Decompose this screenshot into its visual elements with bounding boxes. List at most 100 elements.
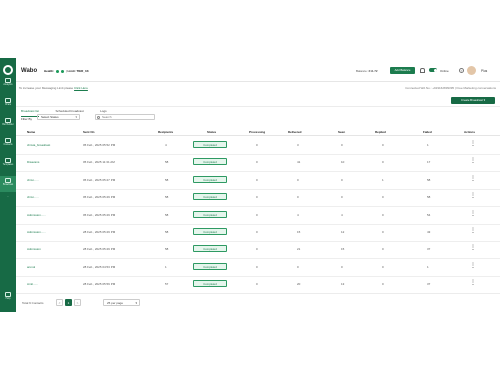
bell-icon[interactable] <box>420 68 425 73</box>
cell-processing: 0 <box>256 160 258 165</box>
click-here-link[interactable]: Click Here <box>74 86 88 90</box>
cell-replied: 1 <box>382 177 384 182</box>
cell-processing: 0 <box>256 195 258 200</box>
cell-name[interactable]: clinvia_broadcast <box>27 143 50 147</box>
broadcast-icon <box>5 178 11 183</box>
cell-sent-on: 05 Feb , 2025 11:31 AM <box>83 160 115 165</box>
online-toggle[interactable] <box>429 68 437 72</box>
cell-replied: 0 <box>382 264 384 269</box>
cell-delivered: 21 <box>297 247 301 252</box>
cell-replied: 0 <box>382 195 384 200</box>
cell-recipients: 58 <box>165 177 169 182</box>
cell-replied: 0 <box>382 282 384 287</box>
column-header-failed: Failed <box>423 130 432 134</box>
add-balance-button[interactable]: Add Balance <box>390 67 415 74</box>
cell-recipients: 58 <box>165 247 169 252</box>
chevron-down-icon: ▾ <box>75 115 77 119</box>
column-header-status: Status <box>207 130 217 134</box>
more-options-icon[interactable]: ⋮ <box>470 228 476 236</box>
more-options-icon[interactable]: ⋮ <box>470 263 476 271</box>
column-header-replied: Replied <box>375 130 386 134</box>
sidebar-item-broadcast[interactable]: Broadcast <box>0 176 16 192</box>
health-dot-icon <box>56 69 60 73</box>
messaging-limit: Limit: TIER_1K <box>67 69 89 73</box>
cell-sent-on: 05 Feb , 2025 05:29 PM <box>83 195 116 200</box>
cell-name[interactable]: Admission <box>27 247 41 251</box>
sidebar: Analytics Chats Bot Builder Contacts Tem… <box>0 58 16 312</box>
cell-replied: 0 <box>382 247 384 252</box>
cell-processing: 0 <box>256 177 258 182</box>
cell-name[interactable]: Admission...... <box>27 213 46 217</box>
cell-failed: 58 <box>427 177 431 182</box>
cell-recipients: 4 <box>165 143 167 147</box>
cell-failed: 37 <box>427 247 431 252</box>
cell-delivered: 0 <box>297 177 299 182</box>
status-select[interactable]: Select Status ▾ <box>37 114 80 120</box>
status-badge: Completed <box>193 158 227 166</box>
cell-name[interactable]: anmol <box>27 265 35 269</box>
user-name[interactable]: Plus <box>481 69 487 73</box>
more-options-icon[interactable]: ⋮ <box>470 280 476 288</box>
cell-delivered: 20 <box>297 282 301 287</box>
table-row: Admission...... 28 Feb , 2025 05:29 PM 58 0… <box>16 224 500 242</box>
more-options-icon[interactable]: ⋮ <box>470 141 476 149</box>
help-icon <box>5 292 11 297</box>
next-page-button[interactable]: > <box>74 299 81 306</box>
cell-processing: 0 <box>256 212 258 217</box>
sidebar-item-more[interactable]: ... <box>0 196 16 212</box>
chat-icon <box>5 98 11 103</box>
cell-name[interactable]: clinvi...... <box>27 178 39 182</box>
cell-seen: 12 <box>341 230 345 234</box>
more-options-icon[interactable]: ⋮ <box>470 211 476 219</box>
cell-sent-on: 05 Feb , 2025 05:29 PM <box>83 212 116 217</box>
cell-replied: 0 <box>382 160 384 165</box>
more-options-icon[interactable]: ⋮ <box>470 193 476 201</box>
tab-divider <box>16 106 500 107</box>
per-page-select[interactable]: 25 per page ▾ <box>103 299 140 306</box>
sidebar-item-contacts[interactable]: Contacts <box>0 136 16 152</box>
cell-name[interactable]: Disavans <box>27 160 39 164</box>
cell-name[interactable]: Amit...... <box>27 282 38 286</box>
limit-notice: To increase your Messaging Limit please … <box>19 86 88 90</box>
create-broadcast-button[interactable]: Create Broadcast ▾ <box>451 97 495 104</box>
sidebar-item-chats[interactable]: Chats <box>0 96 16 112</box>
cell-processing: 0 <box>256 264 258 269</box>
cell-delivered: 15 <box>297 230 301 234</box>
main-content: Wabo Health: | Limit: TIER_1K Balance: 2… <box>16 58 500 312</box>
cell-name[interactable]: clinvi...... <box>27 195 39 199</box>
prev-page-button[interactable]: < <box>56 299 63 306</box>
search-input[interactable] <box>95 114 155 120</box>
cell-processing: 0 <box>256 247 258 252</box>
question-icon[interactable]: ? <box>459 68 464 73</box>
more-options-icon[interactable]: ⋮ <box>470 176 476 184</box>
status-badge: Completed <box>193 262 227 270</box>
sidebar-item-bot-builder[interactable]: Bot Builder <box>0 116 16 132</box>
cell-failed: 54 <box>427 212 431 217</box>
status-badge: Completed <box>193 210 227 218</box>
cell-replied: 0 <box>382 212 384 217</box>
sidebar-item-analytics[interactable]: Analytics <box>0 76 16 92</box>
sidebar-item-templates[interactable]: Templates <box>0 156 16 172</box>
cell-recipients: 58 <box>165 212 169 217</box>
health-status: Health: | Limit: TIER_1K <box>44 69 89 73</box>
cell-seen: 0 <box>341 264 343 269</box>
page-1-button[interactable]: 1 <box>65 299 72 306</box>
more-options-icon[interactable]: ⋮ <box>470 245 476 253</box>
cell-replied: 0 <box>382 230 384 234</box>
total-count: Total 9 Contacts <box>22 301 44 305</box>
cell-name[interactable]: Admission...... <box>27 230 46 234</box>
avatar[interactable] <box>467 66 476 75</box>
cell-failed: 1 <box>427 264 429 269</box>
cell-seen: 0 <box>341 177 343 182</box>
column-header-sent-on[interactable]: Sent On <box>83 130 95 134</box>
cell-failed: 43 <box>427 230 431 234</box>
cell-failed: 37 <box>427 282 431 287</box>
more-options-icon[interactable]: ⋮ <box>470 158 476 166</box>
cell-failed: 58 <box>427 195 431 200</box>
cell-seen: 4 <box>341 212 343 217</box>
status-badge: Completed <box>193 193 227 201</box>
column-header-name[interactable]: Name <box>27 130 35 134</box>
cell-sent-on: 28 Feb , 2025 04:53 PM <box>83 264 116 269</box>
status-badge: Completed <box>193 228 227 235</box>
sidebar-item-help[interactable]: Help <box>0 290 16 306</box>
